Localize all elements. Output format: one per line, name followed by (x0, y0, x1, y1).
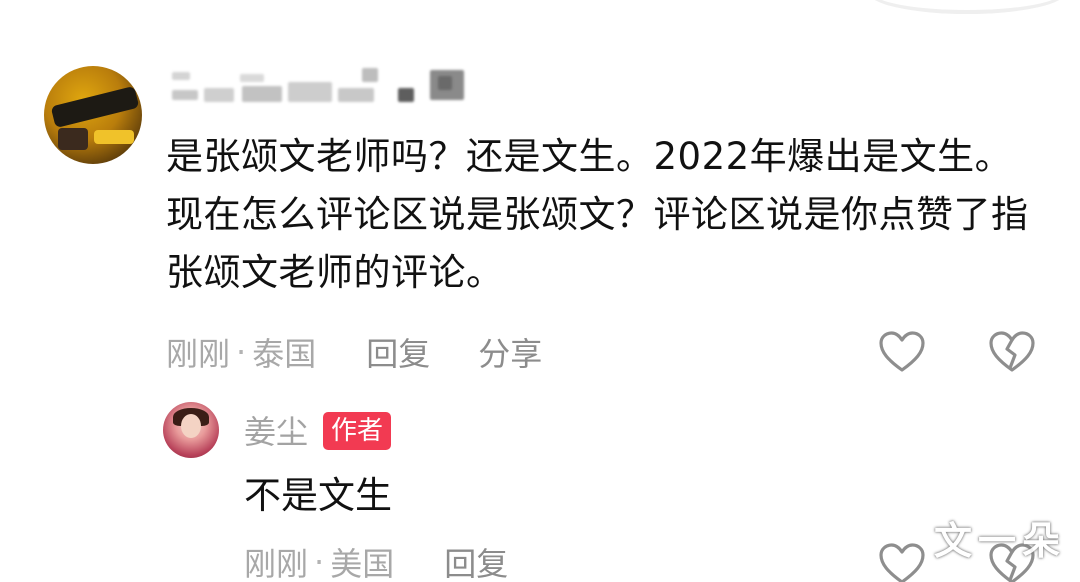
reply-button[interactable]: 回复 (366, 329, 430, 375)
reply-meta: 刚刚 · 美国 回复 (244, 540, 508, 582)
top-cutoff-shape (868, 0, 1066, 14)
author-badge: 作者 (323, 412, 392, 450)
heart-icon[interactable] (878, 542, 926, 582)
reply-location: 美国 (330, 545, 395, 582)
share-button[interactable]: 分享 (478, 329, 542, 375)
reply-body: 不是文生 (244, 474, 392, 517)
broken-heart-icon[interactable] (988, 330, 1036, 374)
comment-thread: 是张颂文老师吗？还是文生。2022年爆出是文生。现在怎么评论区说是张颂文？评论区… (0, 0, 1080, 582)
comment-meta: 刚刚 · 泰国 回复 分享 (166, 330, 542, 374)
comment-body: 是张颂文老师吗？还是文生。2022年爆出是文生。现在怎么评论区说是张颂文？评论区… (166, 135, 1029, 294)
heart-icon[interactable] (878, 330, 926, 374)
reply-reply-button[interactable]: 回复 (444, 539, 508, 582)
reply-username[interactable]: 姜尘 (244, 410, 308, 454)
comment-location: 泰国 (252, 335, 317, 373)
meta-separator: · (314, 543, 325, 581)
commenter-username-blurred[interactable] (168, 68, 478, 104)
reply-time: 刚刚 (244, 545, 309, 582)
corner-watermark: 文一朵 (934, 519, 1067, 563)
comment-time: 刚刚 (166, 335, 231, 373)
commenter-avatar[interactable] (44, 66, 142, 164)
meta-separator: · (236, 333, 247, 371)
author-avatar[interactable] (163, 402, 219, 458)
